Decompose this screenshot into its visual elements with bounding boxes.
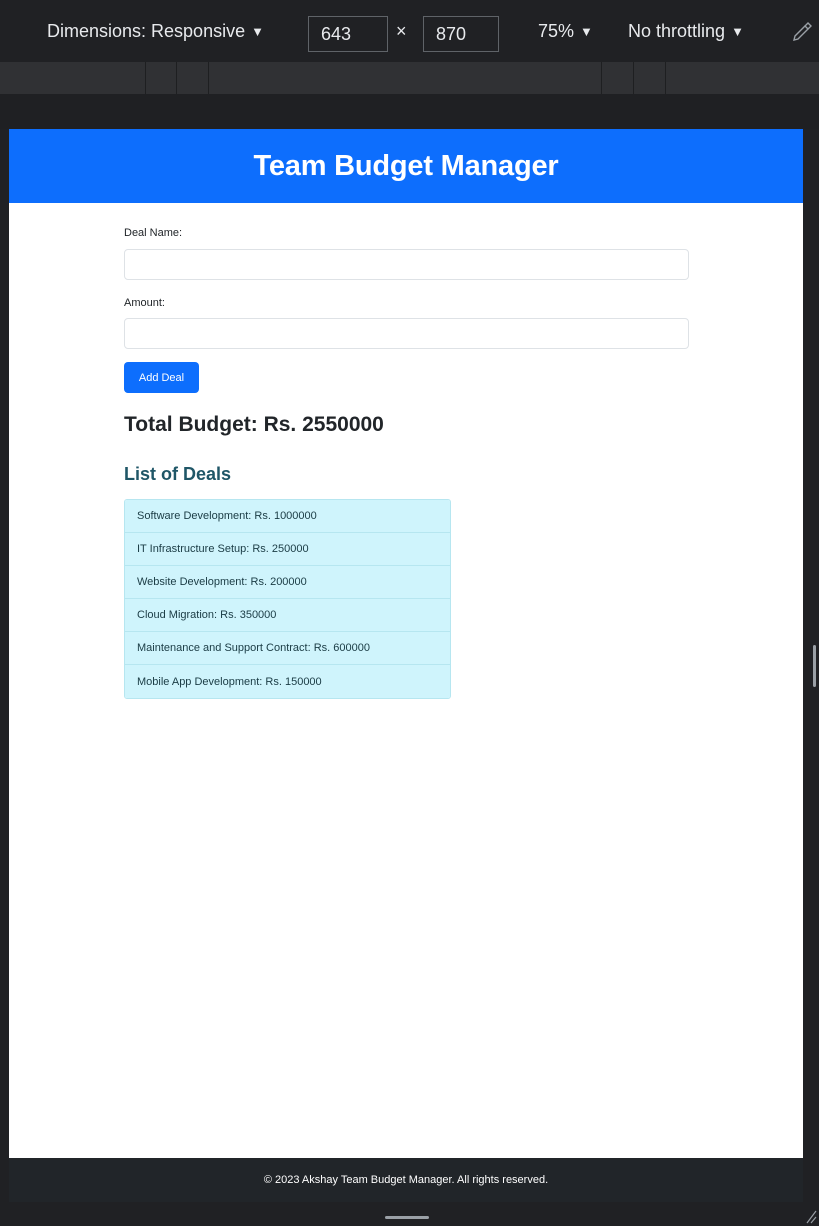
right-resize-gutter [803, 129, 819, 1226]
deal-list-item: Mobile App Development: Rs. 150000 [125, 665, 450, 698]
deal-item-text: Maintenance and Support Contract: Rs. 60… [137, 642, 370, 654]
deal-list-item: Software Development: Rs. 1000000 [125, 500, 450, 533]
throttling-dropdown[interactable]: No throttling ▼ [628, 0, 744, 62]
bottom-resize-handle[interactable] [385, 1216, 429, 1219]
app-title: Team Budget Manager [253, 149, 559, 182]
toolbar-spacer [0, 94, 819, 129]
deals-list-heading: List of Deals [124, 464, 232, 484]
amount-label: Amount: [124, 297, 165, 309]
deal-item-text: Mobile App Development: Rs. 150000 [137, 675, 322, 688]
deal-item-text: Software Development: Rs. 1000000 [137, 510, 317, 522]
ruler-segment [176, 62, 177, 94]
deals-list: Software Development: Rs. 1000000 IT Inf… [124, 499, 451, 699]
media-query-ruler[interactable] [0, 62, 819, 94]
ruler-segment [601, 62, 602, 94]
total-budget: Total Budget: Rs. 2550000 [124, 413, 384, 436]
ruler-segment [208, 62, 209, 94]
deal-item-text: Cloud Migration: Rs. 350000 [137, 609, 277, 621]
dimensions-label: Dimensions: Responsive [47, 20, 246, 41]
ruler-segment [665, 62, 666, 94]
viewport-height-input[interactable]: 870 [423, 16, 499, 52]
corner-resize-icon[interactable] [805, 1208, 817, 1224]
caret-down-icon: ▼ [580, 23, 593, 39]
emulated-viewport: Team Budget Manager Deal Name: Amount: A… [9, 129, 803, 1202]
right-resize-handle[interactable] [813, 645, 816, 687]
deal-item-text: Website Development: Rs. 200000 [137, 576, 307, 588]
eyedropper-icon[interactable] [790, 20, 814, 44]
deal-list-item: Maintenance and Support Contract: Rs. 60… [125, 632, 450, 665]
throttling-label: No throttling [628, 20, 726, 41]
zoom-dropdown[interactable]: 75% ▼ [538, 0, 593, 62]
deal-item-text: IT Infrastructure Setup: Rs. 250000 [137, 543, 309, 555]
add-deal-button[interactable]: Add Deal [124, 362, 199, 393]
dimensions-dropdown[interactable]: Dimensions: Responsive ▼ [47, 0, 264, 62]
deal-name-input[interactable] [124, 249, 689, 280]
app-header: Team Budget Manager [9, 129, 803, 203]
devtools-device-toolbar: Dimensions: Responsive ▼ 643 × 870 75% ▼… [0, 0, 819, 62]
app-footer: © 2023 Akshay Team Budget Manager. All r… [9, 1158, 803, 1202]
deal-list-item: Website Development: Rs. 200000 [125, 566, 450, 599]
caret-down-icon: ▼ [731, 23, 744, 39]
deal-list-item: Cloud Migration: Rs. 350000 [125, 599, 450, 632]
dimension-separator: × [396, 20, 407, 41]
viewport-width-input[interactable]: 643 [308, 16, 388, 52]
zoom-label: 75% [538, 20, 575, 41]
caret-down-icon: ▼ [251, 23, 264, 39]
bottom-resize-gutter [0, 1202, 819, 1226]
deal-list-item: IT Infrastructure Setup: Rs. 250000 [125, 533, 450, 566]
amount-input[interactable] [124, 318, 689, 349]
deal-name-label: Deal Name: [124, 227, 183, 239]
footer-copyright: © 2023 Akshay Team Budget Manager. All r… [263, 1174, 549, 1186]
ruler-segment [145, 62, 146, 94]
ruler-segment [633, 62, 634, 94]
